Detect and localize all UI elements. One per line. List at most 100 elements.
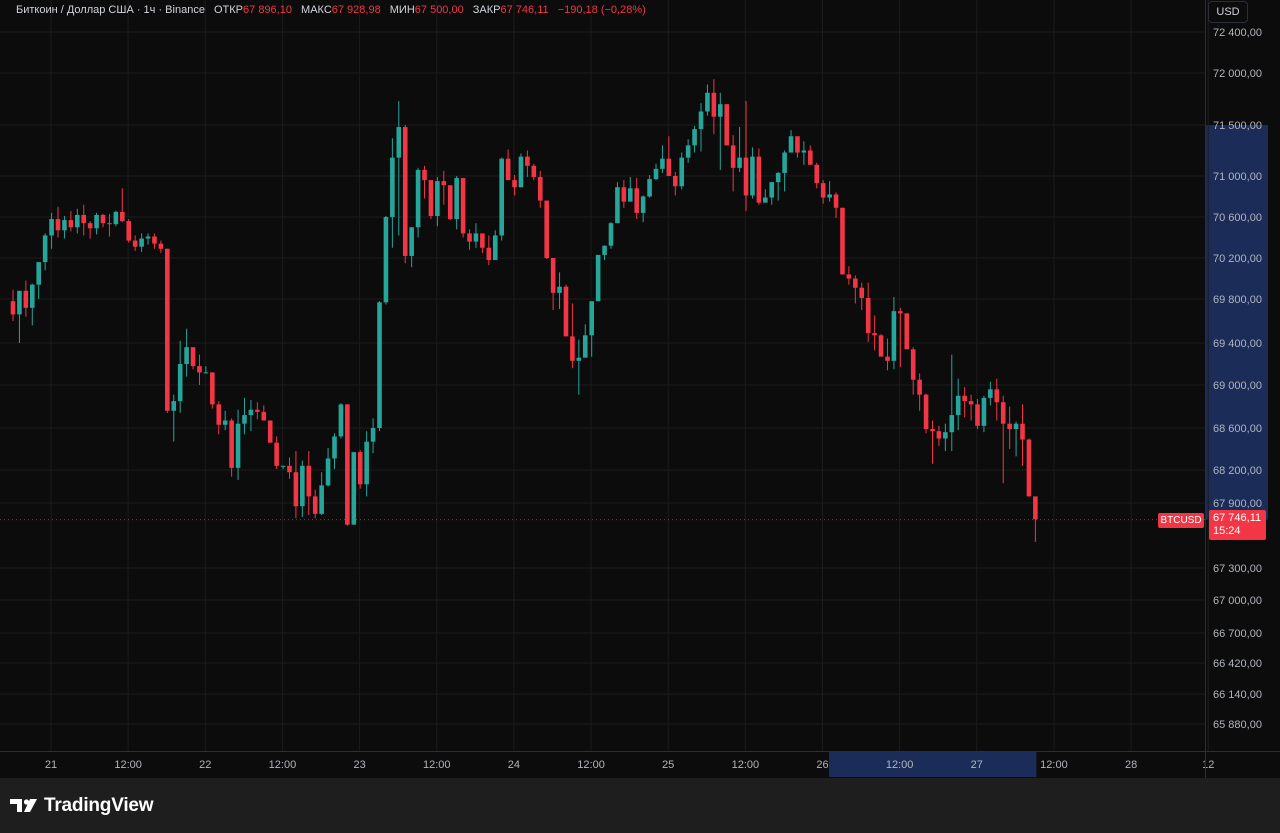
- candle-body: [865, 297, 871, 334]
- candle-body: [222, 420, 228, 425]
- candle-body: [467, 233, 472, 242]
- candle-body: [692, 129, 697, 146]
- candle-body: [705, 92, 710, 112]
- candle-body: [955, 395, 961, 416]
- brand-name: TradingView: [44, 795, 154, 816]
- candle-body: [242, 415, 247, 424]
- price-scale-label: 70 200,00: [1213, 253, 1262, 265]
- price-scale-label: 66 140,00: [1213, 689, 1262, 701]
- candle-body: [36, 262, 42, 285]
- candle-body: [383, 217, 389, 303]
- time-scale: 21 12:00 22 12:00 23 12:00 24 12:00 25 12:00 26 12:…: [45, 759, 1215, 771]
- candle-body: [743, 157, 749, 196]
- time-scale-label: 22: [199, 759, 211, 771]
- candle-body: [756, 156, 762, 203]
- candle-body: [846, 274, 852, 279]
- candle-body: [1007, 423, 1012, 430]
- price-scale-label: 66 700,00: [1213, 628, 1262, 640]
- candle-body: [679, 157, 685, 187]
- price-scale-label: 72 400,00: [1213, 27, 1262, 39]
- time-scale-border: [0, 751, 1280, 752]
- currency-button[interactable]: USD: [1208, 1, 1248, 23]
- candle-body: [480, 233, 485, 248]
- time-scale-label: 12:00: [1040, 759, 1068, 771]
- candle-body: [287, 465, 292, 473]
- candle-body: [113, 211, 119, 225]
- candle-body: [454, 178, 459, 220]
- candle-body: [917, 379, 922, 395]
- candle-body: [184, 347, 189, 364]
- candle-body: [100, 214, 106, 224]
- candle-body: [975, 404, 980, 426]
- time-scale-label: 12:00: [269, 759, 297, 771]
- candle-body: [216, 404, 222, 425]
- candle-body: [120, 211, 125, 222]
- symbol-title[interactable]: Биткоин / Доллар США · 1ч · Binance: [16, 4, 205, 16]
- candle-body: [827, 194, 832, 198]
- time-scale-label: 23: [353, 759, 365, 771]
- time-scale-label: 12:00: [732, 759, 760, 771]
- candle-body: [615, 187, 620, 224]
- candle-body: [711, 92, 717, 117]
- candle-body: [422, 169, 427, 181]
- candle-body: [936, 431, 942, 439]
- candle-body: [550, 258, 556, 293]
- candle-body: [94, 214, 99, 229]
- price-scale-label: 72 000,00: [1213, 68, 1262, 80]
- price-scale-label: 67 000,00: [1213, 595, 1262, 607]
- candle-body: [377, 302, 382, 428]
- time-scale-label: 12:00: [886, 759, 914, 771]
- price-scale-label: 70 600,00: [1213, 212, 1262, 224]
- footer: [0, 778, 1280, 833]
- candles: [0, 79, 1205, 542]
- candle-body: [415, 169, 421, 228]
- candle-body: [402, 127, 408, 256]
- price-scale-label: 71 000,00: [1213, 171, 1262, 183]
- candle-body: [267, 420, 273, 443]
- candle-body: [75, 214, 80, 228]
- candle-body: [280, 465, 286, 467]
- candle-body: [107, 223, 112, 225]
- price-scale-label: 69 400,00: [1213, 338, 1262, 350]
- candle-body: [499, 158, 504, 236]
- candle-body: [10, 301, 16, 315]
- candle-body: [235, 423, 241, 468]
- chart-area[interactable]: 72 400,00 72 000,00 71 500,00 71 000,00 70 6…: [0, 0, 1280, 778]
- candle-body: [885, 356, 890, 361]
- candle-body: [1033, 496, 1038, 520]
- candle-body: [274, 442, 279, 466]
- candle-body: [949, 415, 955, 433]
- price-scale-label: 65 880,00: [1213, 719, 1262, 731]
- candle-body: [261, 411, 267, 421]
- candle-body: [460, 178, 466, 234]
- candle-body: [795, 136, 800, 153]
- candle-body: [589, 301, 594, 336]
- candle-body: [210, 372, 215, 405]
- candle-body: [968, 401, 974, 405]
- candle-body: [994, 389, 1000, 403]
- time-scale-label: 12:00: [423, 759, 451, 771]
- candle-body: [801, 150, 807, 153]
- candle-body: [229, 420, 234, 468]
- candle-body: [486, 247, 492, 261]
- price-range-highlight: [1206, 125, 1268, 520]
- last-price-value: 67 746,11: [1213, 512, 1262, 524]
- candle-body: [158, 243, 164, 249]
- candle-body: [435, 181, 440, 216]
- legend: Биткоин / Доллар США · 1ч · Binance ОТКР…: [16, 3, 646, 17]
- candle-body: [840, 207, 845, 275]
- candle-body: [512, 180, 517, 188]
- candle-body: [943, 432, 948, 439]
- candle-body: [582, 335, 588, 358]
- candlestick-chart[interactable]: 72 400,00 72 000,00 71 500,00 71 000,00 70 6…: [0, 0, 1280, 778]
- candle-body: [525, 156, 530, 166]
- candle-body: [923, 394, 929, 430]
- candle-body: [820, 183, 826, 198]
- candle-body: [698, 111, 704, 130]
- time-scale-label: 27: [971, 759, 983, 771]
- candle-body: [68, 220, 74, 228]
- time-range-highlight: [829, 752, 1037, 777]
- tradingview-logo[interactable]: TradingView: [10, 794, 154, 818]
- candle-body: [126, 221, 132, 241]
- candle-body: [203, 372, 209, 374]
